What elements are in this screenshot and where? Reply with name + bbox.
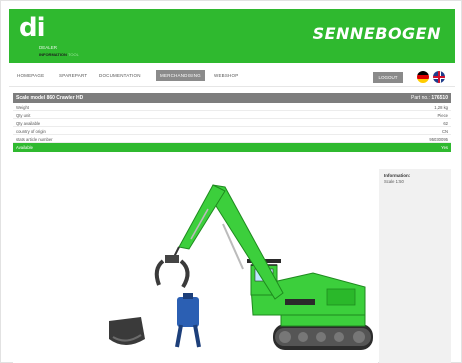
nav-item-webshop[interactable]: WEBSHOP (214, 73, 238, 78)
spec-value: 62 (443, 121, 448, 126)
german-flag-icon[interactable] (417, 71, 429, 83)
blue-shear-attachment (175, 293, 201, 348)
product-title-bar: Scale model 860 Crawler HD Part no.: 176… (13, 93, 451, 103)
logo-mark: di (19, 13, 46, 43)
boom-arm (172, 184, 284, 300)
spec-key: stats article number (16, 137, 53, 142)
spec-value: Piece (437, 113, 448, 118)
sorting-grapple (154, 255, 190, 289)
scale-text: Scale 1:50 (384, 179, 404, 184)
nav-item-homepage[interactable]: HOMEPAGE (17, 73, 44, 78)
page-frame: di DEALER INFORMATION TOOL SENNEBOGEN HO… (0, 0, 462, 363)
information-heading: Information: (384, 173, 411, 178)
nav-item-documentation[interactable]: DOCUMENTATION (99, 73, 141, 78)
nav-item-sparepart[interactable]: SPAREPART (59, 73, 87, 78)
uk-flag-icon[interactable] (433, 71, 445, 83)
logo-line2-main: INFORMATION (39, 52, 67, 57)
logout-button[interactable]: LOGOUT (373, 72, 403, 83)
spec-table: Weight 1,28 kg Qty unit Piece Qty availabl… (13, 103, 451, 152)
availability-row: Available Yes (13, 143, 451, 152)
product-title: Scale model 860 Crawler HD (16, 95, 84, 101)
part-number-label: Part no.: (411, 95, 430, 101)
part-number-value: 176510 (431, 95, 448, 101)
spec-value: 1,28 kg (434, 105, 448, 110)
logo-line2-suffix: TOOL (68, 52, 79, 57)
spec-row: country of origin CN (13, 127, 451, 135)
spec-value: 95030095 (429, 137, 448, 142)
information-panel: Information: Scale 1:50 (379, 169, 451, 363)
main-nav: HOMEPAGE SPAREPART DOCUMENTATION MERCHAN… (9, 67, 455, 87)
crawler-track (273, 324, 373, 350)
availability-value: Yes (441, 145, 448, 150)
dealer-info-logo[interactable]: di DEALER INFORMATION TOOL (19, 13, 99, 59)
availability-label: Available (16, 145, 33, 150)
bucket-attachment (109, 317, 145, 345)
product-image[interactable] (13, 169, 378, 363)
spec-row: Weight 1,28 kg (13, 103, 451, 111)
spec-row: Qty unit Piece (13, 111, 451, 119)
header-bar: di DEALER INFORMATION TOOL SENNEBOGEN (9, 9, 455, 63)
part-number: Part no.: 176510 (411, 95, 448, 101)
spec-row: Qty available 62 (13, 119, 451, 127)
spec-key: country of origin (16, 129, 46, 134)
spec-value: CN (441, 129, 448, 134)
logo-line2: INFORMATION TOOL (39, 52, 79, 57)
spec-key: Qty available (16, 121, 41, 126)
nav-item-merchandising[interactable]: MERCHANDISING (156, 70, 205, 81)
spec-row: stats article number 95030095 (13, 135, 451, 143)
spec-key: Qty unit (16, 113, 31, 118)
excavator-model-image (109, 184, 373, 350)
sennebogen-brand: SENNEBOGEN (312, 24, 441, 43)
spec-key: Weight (16, 105, 29, 110)
logo-line1: DEALER (39, 45, 58, 50)
